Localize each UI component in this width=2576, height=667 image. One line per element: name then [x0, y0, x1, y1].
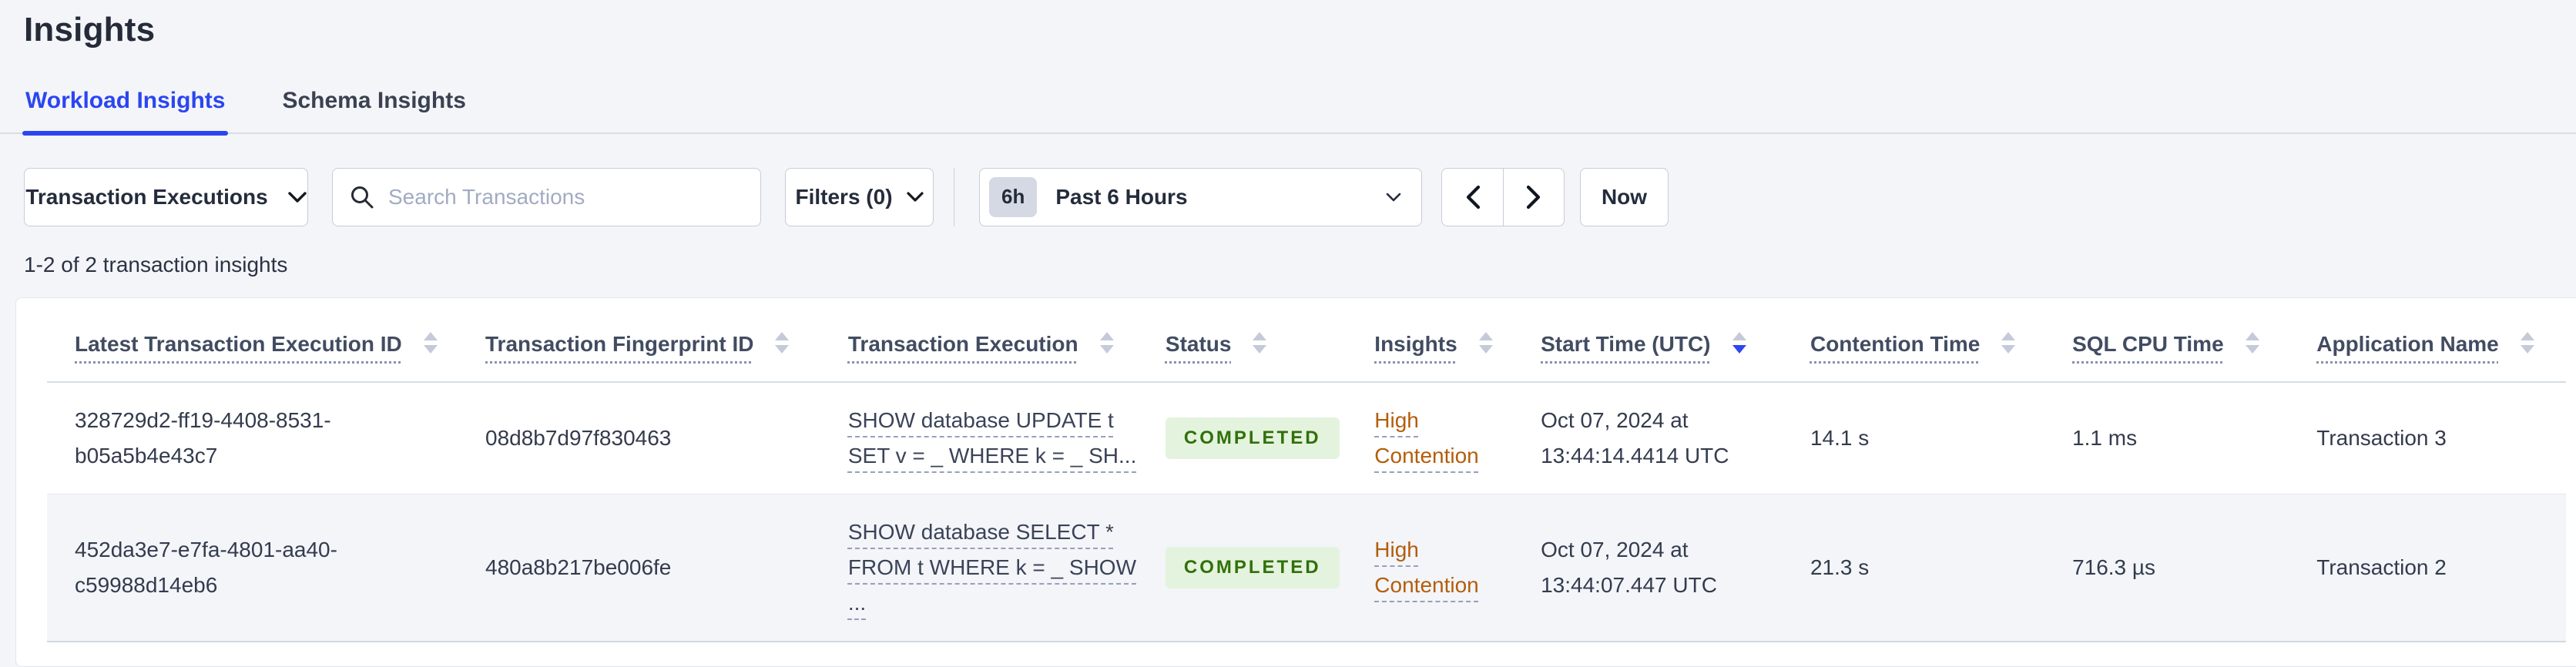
sort-icon-active-desc[interactable] — [1732, 331, 1746, 354]
chevron-right-icon — [1525, 185, 1542, 209]
tab-schema-insights[interactable]: Schema Insights — [280, 88, 467, 132]
column-header-status: Status — [1137, 298, 1347, 383]
status-badge: COMPLETED — [1165, 547, 1340, 588]
insight-link[interactable]: High Contention — [1374, 408, 1478, 468]
table-header-row: Latest Transaction Execution ID Transact… — [47, 298, 2566, 383]
time-scale-badge: 6h — [989, 177, 1038, 217]
start-time: Oct 07, 2024 at 13:44:07.447 UTC — [1541, 538, 1717, 597]
column-header-label[interactable]: Transaction Execution — [848, 332, 1078, 356]
sql-cpu-time: 716.3 µs — [2072, 555, 2156, 579]
now-label: Now — [1601, 185, 1648, 209]
page-title: Insights — [24, 11, 156, 49]
column-header-contention-time: Contention Time — [1782, 298, 2045, 383]
filters-dropdown[interactable]: Filters (0) — [785, 168, 934, 226]
sql-statement-line: ... — [847, 591, 867, 615]
latest-execution-id: 452da3e7-e7fa-4801-aa40-c59988d14eb6 — [75, 538, 337, 597]
sort-icon[interactable] — [1099, 331, 1114, 354]
previous-time-range-button[interactable] — [1441, 168, 1503, 226]
sort-icon[interactable] — [2520, 331, 2534, 354]
table-row: 452da3e7-e7fa-4801-aa40-c59988d14eb6 480… — [47, 494, 2566, 642]
sort-icon[interactable] — [423, 331, 438, 354]
column-header-label[interactable]: SQL CPU Time — [2072, 332, 2224, 356]
time-range-dropdown[interactable]: 6h Past 6 Hours — [979, 168, 1422, 226]
chevron-left-icon — [1464, 185, 1481, 209]
sort-icon[interactable] — [2001, 331, 2016, 354]
sql-statement-line: FROM t WHERE k = _ SHOW — [847, 555, 1137, 579]
sort-icon[interactable] — [1253, 331, 1267, 354]
fingerprint-id: 08d8b7d97f830463 — [485, 426, 672, 450]
now-button[interactable]: Now — [1580, 168, 1669, 226]
search-input[interactable] — [387, 184, 745, 210]
column-header-label[interactable]: Status — [1166, 332, 1232, 356]
time-range-arrows — [1441, 168, 1565, 226]
search-icon — [350, 185, 374, 209]
time-range-label: Past 6 Hours — [1055, 185, 1188, 209]
insight-link[interactable]: High Contention — [1374, 538, 1478, 597]
column-header-application-name: Application Name — [2289, 298, 2566, 383]
execution-type-label: Transaction Executions — [25, 185, 268, 209]
column-header-start-time: Start Time (UTC) — [1513, 298, 1783, 383]
contention-time: 14.1 s — [1810, 426, 1870, 450]
execution-type-dropdown[interactable]: Transaction Executions — [24, 168, 308, 226]
column-header-latest-execution-id: Latest Transaction Execution ID — [47, 298, 458, 383]
search-box[interactable] — [332, 168, 761, 226]
next-time-range-button[interactable] — [1503, 168, 1565, 226]
tab-workload-insights[interactable]: Workload Insights — [22, 88, 229, 136]
chevron-down-icon — [906, 192, 924, 203]
fingerprint-id: 480a8b217be006fe — [485, 555, 672, 579]
application-name: Transaction 3 — [2316, 426, 2447, 450]
column-header-fingerprint-id: Transaction Fingerprint ID — [458, 298, 820, 383]
column-header-label[interactable]: Insights — [1374, 332, 1457, 356]
toolbar: Transaction Executions Filters (0) 6h Pa… — [0, 168, 2576, 226]
sql-statement-line: SHOW database SELECT * — [847, 520, 1114, 544]
column-header-insights: Insights — [1347, 298, 1514, 383]
column-header-label[interactable]: Contention Time — [1810, 332, 1980, 356]
column-header-label[interactable]: Transaction Fingerprint ID — [485, 332, 753, 356]
column-header-sql-cpu-time: SQL CPU Time — [2044, 298, 2289, 383]
sql-cpu-time: 1.1 ms — [2072, 426, 2138, 450]
column-header-label[interactable]: Latest Transaction Execution ID — [75, 332, 402, 356]
column-header-label[interactable]: Application Name — [2316, 332, 2498, 356]
sort-icon[interactable] — [775, 331, 790, 354]
latest-execution-id: 328729d2-ff19-4408-8531-b05a5b4e43c7 — [75, 408, 331, 468]
sql-statement-line: SET v = _ WHERE k = _ SH... — [847, 444, 1137, 468]
status-badge: COMPLETED — [1165, 417, 1340, 459]
chevron-down-icon — [1386, 193, 1401, 203]
start-time: Oct 07, 2024 at 13:44:14.4414 UTC — [1541, 408, 1729, 468]
transaction-execution-link[interactable]: SHOW database SELECT * FROM t WHERE k = … — [847, 514, 1136, 621]
table-row: 328729d2-ff19-4408-8531-b05a5b4e43c7 08d… — [47, 382, 2566, 494]
insights-table-card: Latest Transaction Execution ID Transact… — [15, 297, 2576, 667]
results-summary: 1-2 of 2 transaction insights — [24, 253, 288, 277]
chevron-down-icon — [287, 191, 307, 203]
sort-icon[interactable] — [2245, 331, 2259, 354]
tab-bar: Workload Insights Schema Insights — [0, 88, 2576, 136]
contention-time: 21.3 s — [1810, 555, 1870, 579]
sql-statement-line: SHOW database UPDATE t — [847, 408, 1114, 432]
application-name: Transaction 2 — [2316, 555, 2447, 579]
column-header-label[interactable]: Start Time (UTC) — [1541, 332, 1710, 356]
transaction-insights-table: Latest Transaction Execution ID Transact… — [47, 298, 2566, 642]
column-header-transaction-execution: Transaction Execution — [820, 298, 1138, 383]
transaction-execution-link[interactable]: SHOW database UPDATE t SET v = _ WHERE k… — [847, 403, 1137, 474]
filters-label: Filters (0) — [795, 185, 893, 209]
sort-icon[interactable] — [1478, 331, 1493, 354]
